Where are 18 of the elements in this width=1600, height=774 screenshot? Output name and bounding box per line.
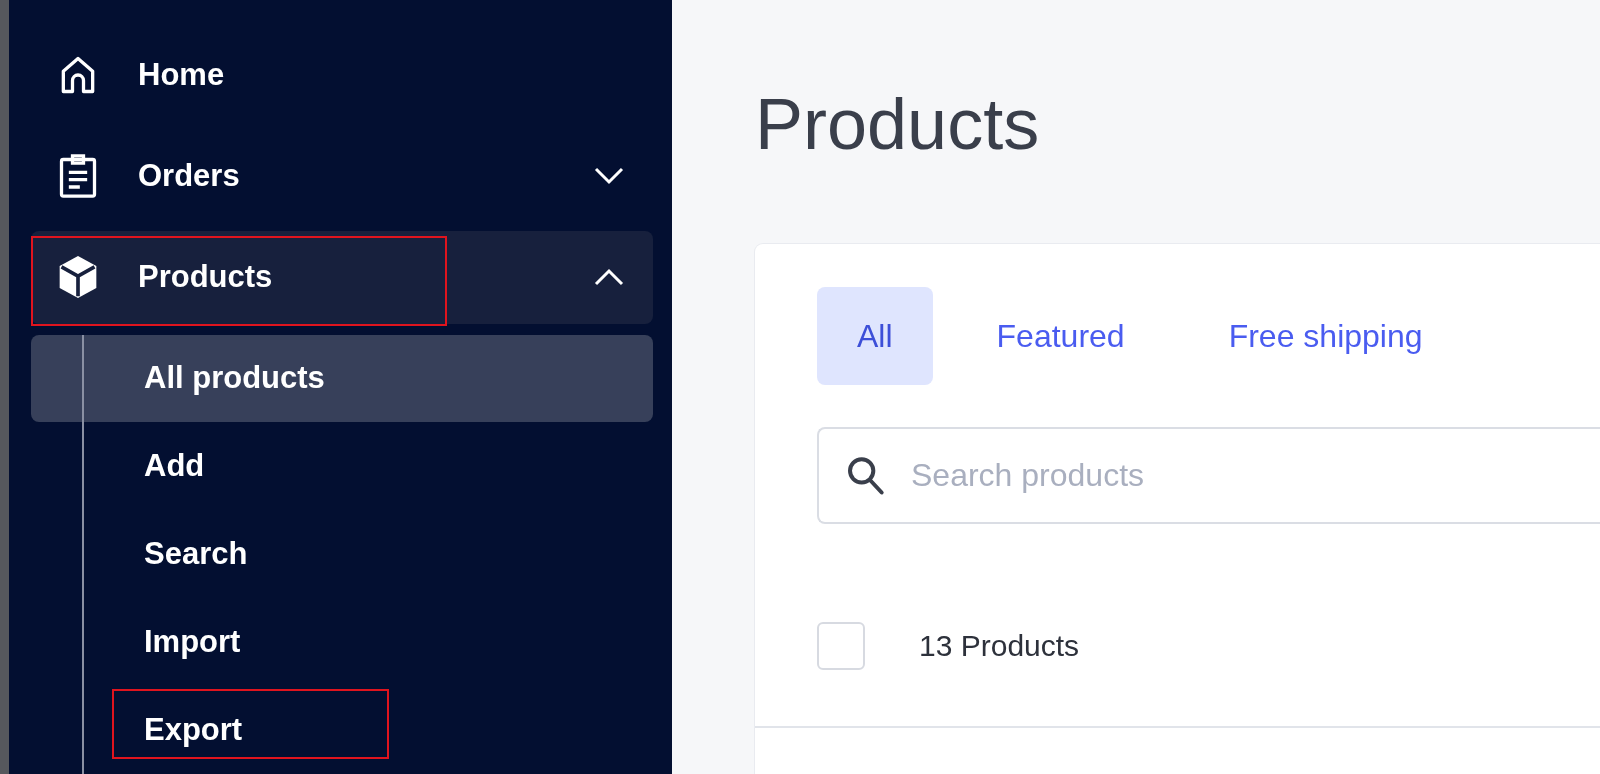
nav-item[interactable]: Home <box>31 28 653 122</box>
nav-subitem[interactable]: Add <box>31 423 653 510</box>
select-all-checkbox[interactable] <box>817 622 865 670</box>
nav-subitem[interactable]: Search <box>31 511 653 598</box>
nav-item[interactable]: Orders <box>31 129 653 223</box>
filter-tab[interactable]: All <box>817 287 933 385</box>
nav-item[interactable]: Products <box>31 230 653 324</box>
chevron-icon <box>593 267 625 288</box>
product-count: 13 Products <box>919 629 1080 663</box>
filter-tab[interactable]: Free shipping <box>1188 287 1463 385</box>
search-field[interactable]: Search products <box>817 427 1600 524</box>
nav-subitem[interactable]: All products <box>31 335 653 422</box>
search-icon <box>845 454 885 496</box>
nav-subitem[interactable]: Export <box>31 687 653 774</box>
page-title: Products <box>755 88 1041 160</box>
nav-subitem[interactable]: Import <box>31 599 653 686</box>
filter-tab[interactable]: Featured <box>956 287 1165 385</box>
chevron-icon <box>593 166 625 186</box>
